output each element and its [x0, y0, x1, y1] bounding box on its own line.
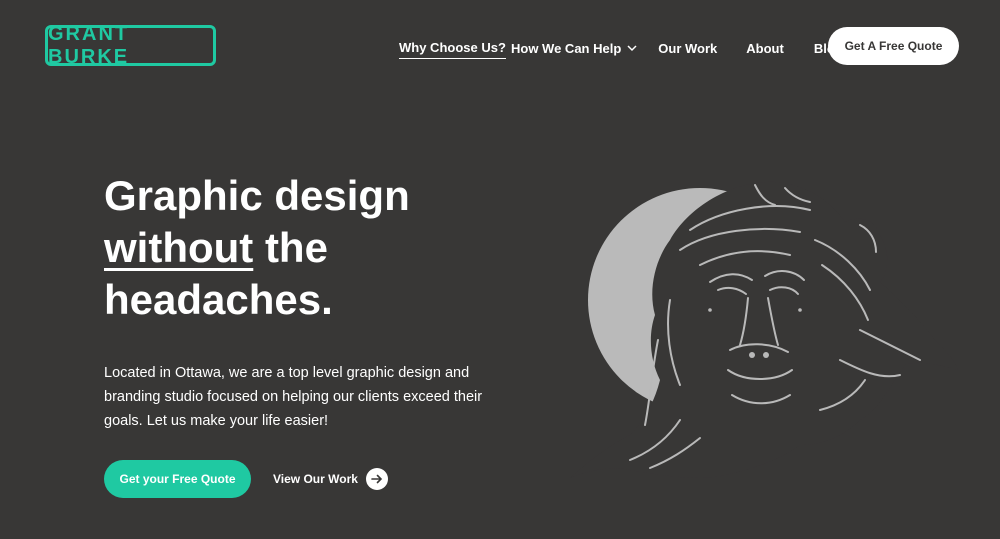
hero-intro: Located in Ottawa, we are a top level gr…: [104, 365, 483, 429]
nav-item-why-choose-us[interactable]: Why Choose Us?: [399, 39, 506, 59]
nav-item-how-we-can-help-label: How We Can Help: [511, 40, 622, 56]
headline-emphasis: without: [104, 224, 254, 271]
get-your-free-quote-button[interactable]: Get your Free Quote: [104, 460, 251, 498]
hero-headline: Graphic design without the headaches.: [104, 170, 564, 326]
chimpanzee-illustration: [560, 170, 970, 495]
nav-item-our-work[interactable]: Our Work: [658, 41, 717, 56]
headline-line-1: Graphic design: [104, 172, 410, 219]
arrow-right-icon: [365, 468, 388, 490]
chevron-down-icon: [627, 44, 637, 51]
headline-line-3: headaches.: [104, 276, 333, 323]
nav-item-how-we-can-help[interactable]: How We Can Help: [511, 41, 637, 56]
nav-item-why-choose-us-label[interactable]: Why Choose Us?: [399, 40, 506, 59]
get-free-quote-button[interactable]: Get A Free Quote: [828, 27, 959, 65]
view-our-work-link[interactable]: View Our Work: [273, 468, 388, 490]
nav-item-about[interactable]: About: [746, 41, 784, 56]
headline-line-2: the: [253, 224, 328, 271]
logo[interactable]: GRANT BURKE: [45, 23, 216, 68]
view-our-work-label: View Our Work: [273, 472, 358, 486]
